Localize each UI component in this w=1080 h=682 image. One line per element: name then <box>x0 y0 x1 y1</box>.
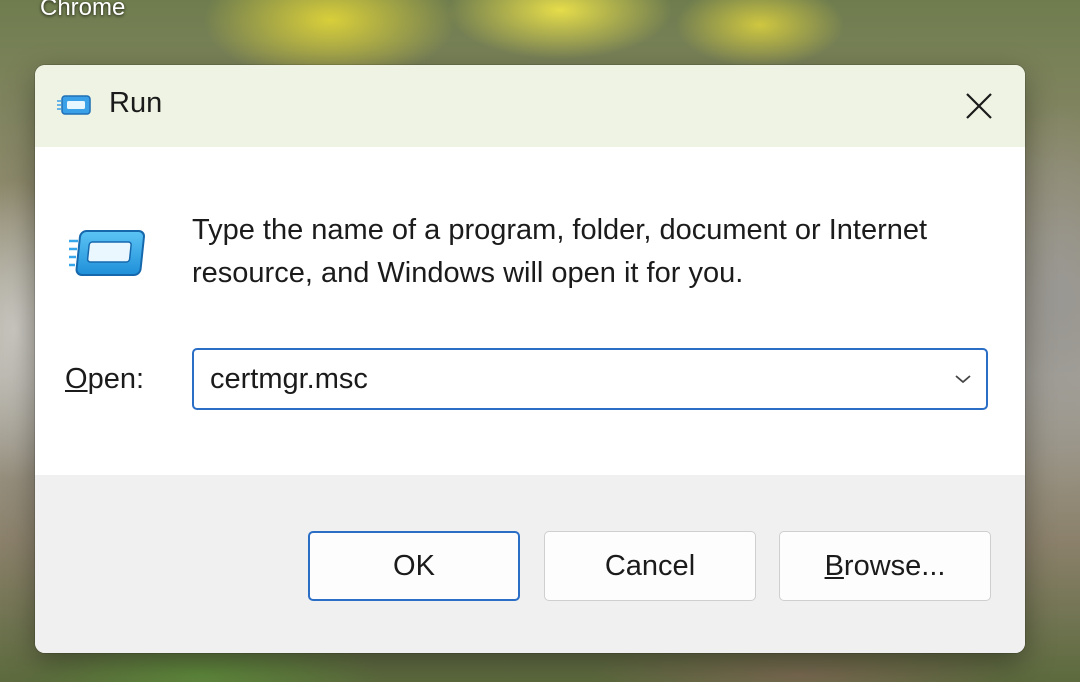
open-label-text: pen: <box>87 363 145 395</box>
title-bar[interactable]: Run <box>35 65 1025 147</box>
ok-button[interactable]: OK <box>308 531 520 601</box>
dialog-content: Type the name of a program, folder, docu… <box>35 147 1025 475</box>
desktop-shortcut-label[interactable]: Chrome <box>40 0 125 22</box>
close-icon <box>966 93 992 119</box>
open-label: Open: <box>65 363 144 396</box>
dialog-description: Type the name of a program, folder, docu… <box>192 214 928 289</box>
open-label-accelerator: O <box>65 363 88 395</box>
browse-label: rowse... <box>843 549 946 582</box>
cancel-button[interactable]: Cancel <box>544 531 756 601</box>
close-button[interactable] <box>933 65 1025 147</box>
run-dialog: Run Type the name of a program, folder, … <box>35 65 1025 653</box>
dropdown-button[interactable] <box>950 368 976 390</box>
open-input[interactable] <box>210 350 910 408</box>
browse-button[interactable]: Browse... <box>779 531 991 601</box>
dialog-footer: OK Cancel Browse... <box>35 475 1025 653</box>
browse-accelerator: B <box>824 549 844 582</box>
run-icon <box>57 95 91 115</box>
chevron-down-icon <box>955 375 971 384</box>
dialog-title: Run <box>109 87 163 119</box>
desktop-background: Chrome Run Type the name of a program, f… <box>0 0 1080 682</box>
run-large-icon <box>69 230 145 276</box>
open-combobox[interactable] <box>192 348 988 410</box>
